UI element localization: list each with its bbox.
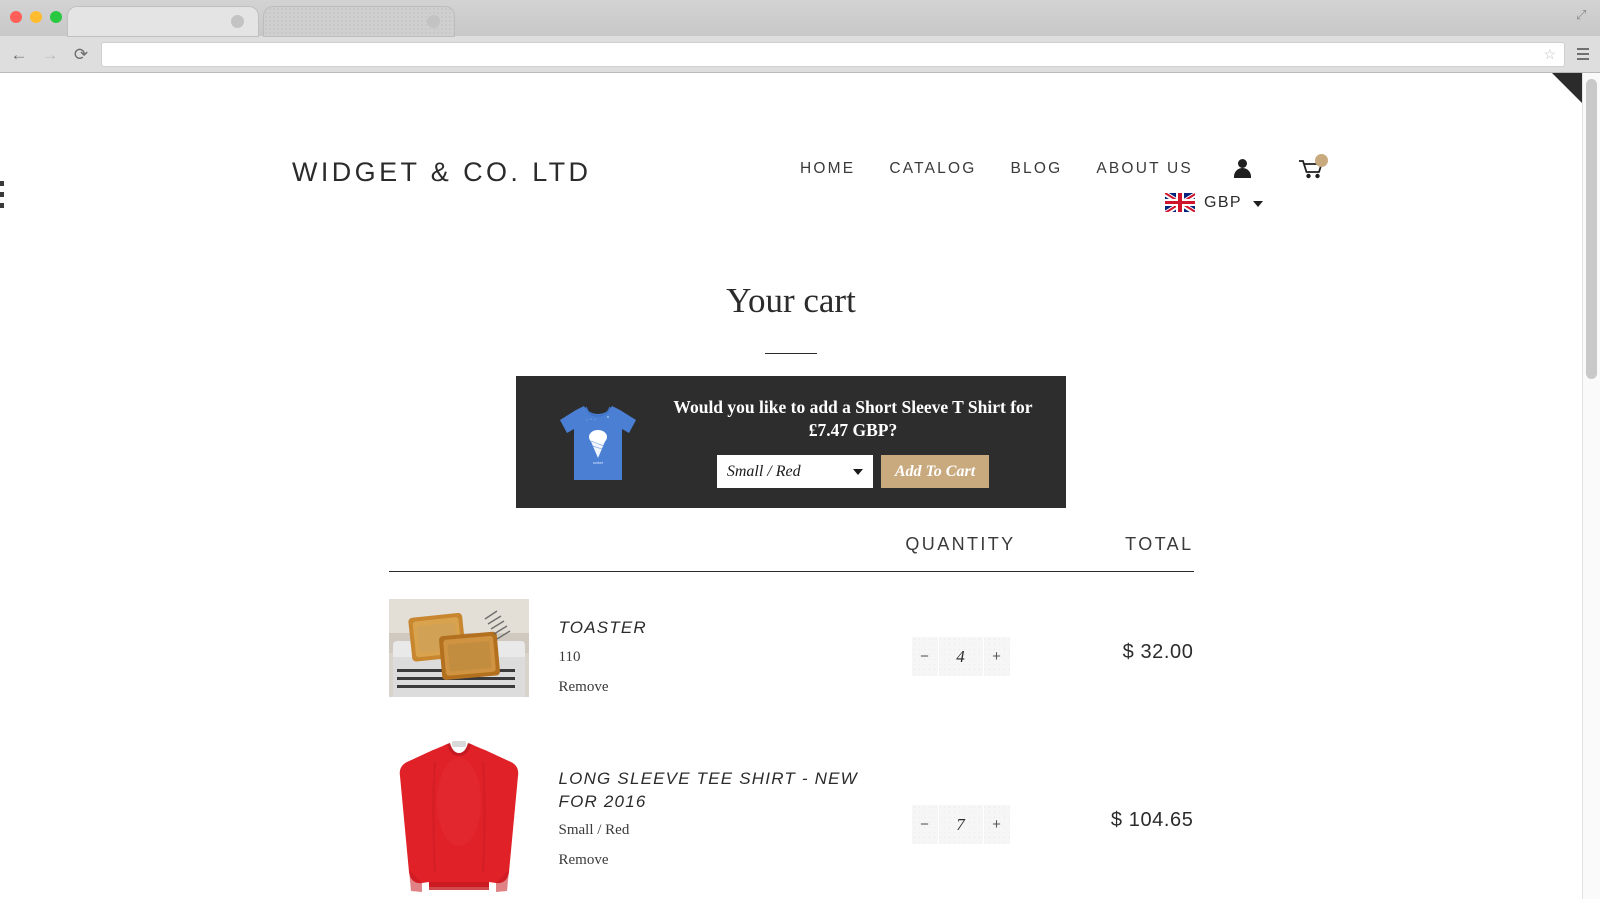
nav-item-blog[interactable]: BLOG xyxy=(1010,160,1062,178)
quantity-decrement-button[interactable]: − xyxy=(912,805,938,844)
maximize-window-button[interactable] xyxy=(50,11,62,23)
browser-tab-2[interactable] xyxy=(264,7,454,36)
cart-item-title[interactable]: TOASTER xyxy=(559,617,647,640)
toaster-image xyxy=(388,599,529,697)
menu-line xyxy=(1577,53,1589,55)
promo-product-image: sorbet xyxy=(548,392,648,492)
reload-button[interactable]: ⟳ xyxy=(70,43,92,65)
edge-tab-mark xyxy=(0,181,4,186)
menu-line xyxy=(1577,58,1589,60)
cart-item-variant: 110 xyxy=(558,648,581,665)
quantity-stepper: − 4 + xyxy=(911,637,1010,676)
forward-button[interactable]: → xyxy=(39,43,61,65)
promo-controls: Small / Red Add To Cart xyxy=(660,455,1046,489)
minimize-window-button[interactable] xyxy=(30,11,42,23)
variant-select-value: Small / Red xyxy=(726,462,801,480)
uk-flag-icon xyxy=(1165,193,1195,212)
menu-line xyxy=(1577,48,1589,50)
corner-ribbon-icon xyxy=(1552,73,1582,103)
cart-item-variant: Small / Red xyxy=(558,822,630,839)
web-page: WIDGET & CO. LTD HOME CATALOG BLOG ABOUT… xyxy=(0,73,1582,899)
favicon-icon xyxy=(427,15,440,28)
browser-menu-button[interactable] xyxy=(1574,43,1592,65)
cart-item-total: $ 32.00 xyxy=(1122,641,1194,663)
page-title: Your cart xyxy=(726,281,856,320)
window-traffic-lights[interactable] xyxy=(10,11,62,23)
site-header: WIDGET & CO. LTD HOME CATALOG BLOG ABOUT… xyxy=(0,73,1582,233)
user-account-icon[interactable] xyxy=(1233,159,1251,179)
chevron-down-icon xyxy=(852,469,863,476)
table-row: TOASTER 110 Remove − 4 + $ 32.00 xyxy=(388,572,1194,702)
promo-message: Would you like to add a Short Sleeve T S… xyxy=(673,396,1033,440)
favicon-icon xyxy=(231,15,244,28)
title-divider xyxy=(765,353,817,354)
cart-table: QUANTITY TOTAL TOASTER 110 Remove − 4 + … xyxy=(388,534,1194,898)
browser-toolbar: ← → ⟳ ☆ xyxy=(0,36,1600,73)
cart-item-product-cell: LONG SLEEVE TEE SHIRT - NEW FOR 2016 Sma… xyxy=(388,732,876,898)
cart-item-details: TOASTER 110 Remove xyxy=(529,599,647,696)
browser-tabstrip: ⤢ xyxy=(0,0,1600,36)
cart-item-title[interactable]: LONG SLEEVE TEE SHIRT - NEW FOR 2016 xyxy=(559,768,859,813)
bookmark-star-icon[interactable]: ☆ xyxy=(1543,47,1556,61)
page-scrollbar[interactable] xyxy=(1582,73,1600,899)
remove-item-link[interactable]: Remove xyxy=(559,852,609,869)
quantity-input[interactable]: 4 xyxy=(937,637,984,676)
nav-item-about-us[interactable]: ABOUT US xyxy=(1096,160,1193,178)
promo-body: Would you like to add a Short Sleeve T S… xyxy=(648,396,1066,489)
quantity-increment-button[interactable]: + xyxy=(984,637,1010,676)
edge-tab-mark xyxy=(0,203,4,208)
edge-feedback-tab[interactable] xyxy=(0,181,5,208)
cart-item-details: LONG SLEEVE TEE SHIRT - NEW FOR 2016 Sma… xyxy=(529,732,859,869)
fullscreen-icon[interactable]: ⤢ xyxy=(1576,8,1590,22)
currency-code-label: GBP xyxy=(1204,193,1242,211)
browser-window: ⤢ ← → ⟳ ☆ WIDGET & CO. LTD HOME CATALOG … xyxy=(0,0,1600,900)
quantity-decrement-button[interactable]: − xyxy=(912,637,938,676)
cart-button[interactable] xyxy=(1298,154,1328,181)
nav-item-catalog[interactable]: CATALOG xyxy=(889,160,976,178)
browser-tab-1[interactable] xyxy=(68,7,258,36)
chevron-down-icon[interactable] xyxy=(1253,200,1263,207)
variant-select[interactable]: Small / Red xyxy=(716,455,873,489)
table-row: LONG SLEEVE TEE SHIRT - NEW FOR 2016 Sma… xyxy=(388,702,1194,898)
cart-table-header: QUANTITY TOTAL xyxy=(388,534,1194,572)
cart-item-quantity-cell: − 4 + xyxy=(876,599,1046,676)
nav-item-home[interactable]: HOME xyxy=(800,160,855,178)
svg-text:sorbet: sorbet xyxy=(593,461,603,465)
page-viewport: WIDGET & CO. LTD HOME CATALOG BLOG ABOUT… xyxy=(0,73,1600,899)
blue-tshirt-icon: sorbet xyxy=(560,406,636,480)
quantity-stepper: − 7 + xyxy=(911,805,1010,844)
close-window-button[interactable] xyxy=(10,11,22,23)
scrollbar-thumb[interactable] xyxy=(1586,79,1597,379)
cart-item-product-cell: TOASTER 110 Remove xyxy=(388,599,876,697)
upsell-promo-box: sorbet Would you like to add a Short Sle… xyxy=(516,376,1066,508)
site-logo[interactable]: WIDGET & CO. LTD xyxy=(292,157,591,188)
remove-item-link[interactable]: Remove xyxy=(559,679,609,696)
quantity-increment-button[interactable]: + xyxy=(984,805,1010,844)
cart-item-count-badge xyxy=(1314,154,1328,167)
address-bar[interactable]: ☆ xyxy=(101,41,1565,67)
column-header-quantity: QUANTITY xyxy=(905,534,1016,554)
add-to-cart-button[interactable]: Add To Cart xyxy=(880,455,990,489)
cart-item-total: $ 104.65 xyxy=(1110,809,1194,831)
red-long-sleeve-tee-image xyxy=(388,732,529,898)
cart-item-quantity-cell: − 7 + xyxy=(876,732,1046,844)
quantity-input[interactable]: 7 xyxy=(937,805,984,844)
column-header-total: TOTAL xyxy=(1125,534,1194,554)
back-button[interactable]: ← xyxy=(8,43,30,65)
edge-tab-mark xyxy=(0,192,4,197)
main-navigation: HOME CATALOG BLOG ABOUT US xyxy=(800,154,1328,181)
currency-selector[interactable]: GBP xyxy=(1165,193,1263,212)
